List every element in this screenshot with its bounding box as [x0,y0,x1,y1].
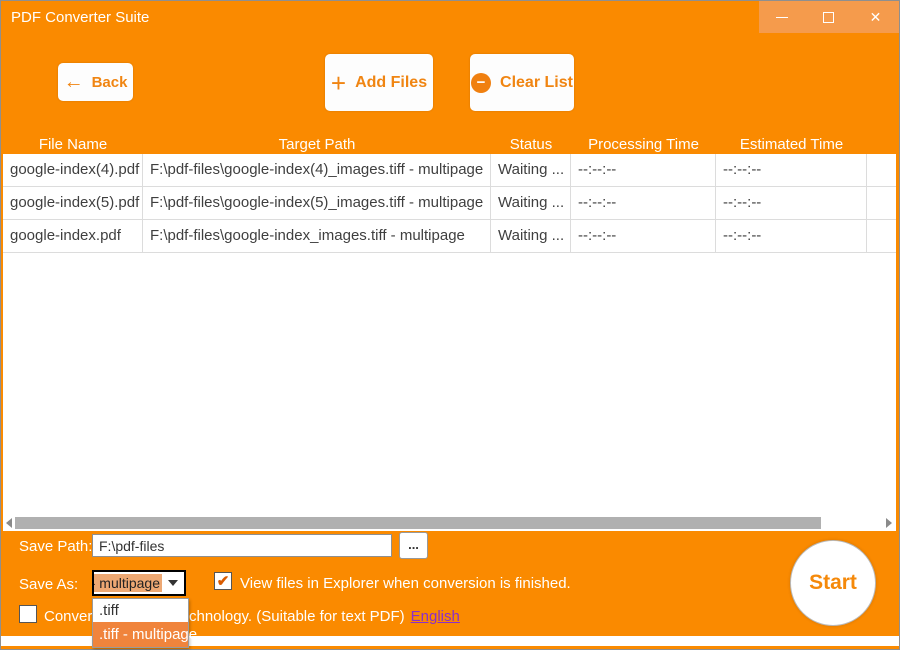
cell-estimated-time: --:--:-- [716,187,867,220]
ocr-convert-checkbox[interactable] [19,605,37,623]
cell-status: Waiting ... [491,154,571,187]
app-window: PDF Converter Suite ✕ ← Back + Add Files… [0,0,900,650]
cell-filler [867,154,896,187]
table-header: File Name Target Path Status Processing … [3,134,896,154]
chevron-down-icon [168,580,178,586]
cell-filler [867,187,896,220]
cell-filler [867,220,896,253]
cell-processing-time: --:--:-- [571,220,716,253]
combobox-selected-value: .tiff - multipage [94,574,162,592]
add-files-button-label: Add Files [355,74,427,92]
dropdown-option-tiff[interactable]: .tiff [93,599,188,622]
cell-file-name: google-index(5).pdf [3,187,143,220]
table-empty-area [3,253,896,515]
column-header-target-path: Target Path [143,136,491,153]
column-header-status: Status [491,136,571,153]
language-link[interactable]: English [411,608,460,625]
table-row[interactable]: google-index(4).pdf F:\pdf-files\google-… [3,154,896,187]
minimize-button[interactable] [759,1,806,33]
cell-processing-time: --:--:-- [571,187,716,220]
cell-target-path: F:\pdf-files\google-index_images.tiff - … [143,220,491,253]
maximize-button[interactable] [806,1,853,33]
view-in-explorer-label: View files in Explorer when conversion i… [240,575,571,592]
ocr-label-prefix: Convert [44,608,97,625]
save-as-label: Save As: [19,576,78,593]
cell-file-name: google-index(4).pdf [3,154,143,187]
cell-status: Waiting ... [491,187,571,220]
minus-circle-icon: − [471,73,491,93]
column-header-processing-time: Processing Time [571,136,716,153]
file-table: File Name Target Path Status Processing … [1,134,899,531]
cell-target-path: F:\pdf-files\google-index(5)_images.tiff… [143,187,491,220]
cell-estimated-time: --:--:-- [716,154,867,187]
back-button-label: Back [92,74,128,91]
combobox-arrow-button[interactable] [162,572,184,594]
browse-button[interactable]: ... [399,532,428,559]
start-button-label: Start [809,571,857,595]
scrollbar-thumb[interactable] [15,517,821,529]
window-controls: ✕ [759,1,899,33]
column-header-file-name: File Name [3,136,143,153]
toolbar: ← Back + Add Files − Clear List [1,33,899,134]
dropdown-option-tiff-multipage[interactable]: .tiff - multipage [93,622,188,647]
save-path-input[interactable] [92,534,392,557]
save-as-dropdown-list: .tiff .tiff - multipage [92,598,189,648]
clear-list-button-label: Clear List [500,74,573,92]
column-header-estimated-time: Estimated Time [716,136,867,153]
cell-processing-time: --:--:-- [571,154,716,187]
clear-list-button[interactable]: − Clear List [470,54,574,111]
cell-file-name: google-index.pdf [3,220,143,253]
plus-icon: + [331,70,346,96]
check-icon: ✔ [217,574,230,589]
back-button[interactable]: ← Back [58,63,133,101]
titlebar: PDF Converter Suite ✕ [1,1,899,33]
app-title: PDF Converter Suite [1,9,149,26]
back-arrow-icon: ← [64,72,84,92]
close-icon: ✕ [870,10,882,24]
minimize-icon [776,17,788,18]
cell-estimated-time: --:--:-- [716,220,867,253]
scroll-right-arrow-icon[interactable] [886,518,892,528]
close-button[interactable]: ✕ [852,1,899,33]
add-files-button[interactable]: + Add Files [325,54,433,111]
table-row[interactable]: google-index(5).pdf F:\pdf-files\google-… [3,187,896,220]
combobox-value-clip: .tiff - multipage [94,572,162,594]
ocr-label-tail: chnology. (Suitable for text PDF) English [189,608,460,625]
start-button[interactable]: Start [790,540,876,626]
maximize-icon [823,12,834,23]
horizontal-scrollbar[interactable] [3,515,896,531]
save-path-label: Save Path: [19,538,92,555]
cell-status: Waiting ... [491,220,571,253]
scroll-left-arrow-icon[interactable] [6,518,12,528]
save-as-combobox[interactable]: .tiff - multipage [92,570,186,596]
cell-target-path: F:\pdf-files\google-index(4)_images.tiff… [143,154,491,187]
table-row[interactable]: google-index.pdf F:\pdf-files\google-ind… [3,220,896,253]
view-in-explorer-checkbox[interactable]: ✔ [214,572,232,590]
ocr-label-suffix: chnology. (Suitable for text PDF) [189,608,405,625]
